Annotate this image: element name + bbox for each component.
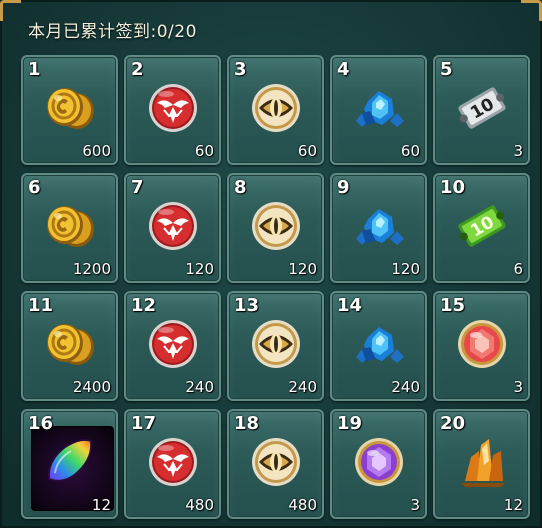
day-number: 15	[440, 295, 466, 316]
reward-quantity: 60	[194, 142, 214, 160]
panel-corner-right	[521, 0, 542, 21]
reward-slot-day-14[interactable]: 14 240	[330, 291, 427, 401]
reward-quantity: 6	[513, 260, 523, 278]
reward-quantity: 480	[185, 496, 214, 514]
reward-slot-day-17[interactable]: 17 480	[124, 409, 221, 519]
day-number: 2	[131, 59, 144, 80]
reward-slot-day-2[interactable]: 2 60	[124, 55, 221, 165]
gold-coins-icon	[39, 313, 101, 375]
reward-quantity: 1200	[72, 260, 111, 278]
silver-10-ticket-icon: 10	[451, 77, 513, 139]
reward-grid: 1 600 2 60 3 60 4 60 10 5 3 6 1200 7 120…	[21, 55, 535, 525]
day-number: 6	[28, 177, 41, 198]
day-number: 3	[234, 59, 247, 80]
reward-quantity: 60	[400, 142, 420, 160]
reward-slot-day-8[interactable]: 8 120	[227, 173, 324, 283]
reward-slot-day-16[interactable]: 16 12	[21, 409, 118, 519]
day-number: 17	[131, 413, 157, 434]
reward-slot-day-10[interactable]: 10 10 6	[433, 173, 530, 283]
gold-eye-token-icon	[245, 195, 307, 257]
day-number: 4	[337, 59, 350, 80]
reward-quantity: 480	[288, 496, 317, 514]
day-number: 13	[234, 295, 260, 316]
panel-corner-left	[0, 0, 21, 21]
day-number: 16	[28, 413, 54, 434]
day-number: 9	[337, 177, 350, 198]
reward-slot-day-13[interactable]: 13 240	[227, 291, 324, 401]
reward-slot-day-6[interactable]: 6 1200	[21, 173, 118, 283]
red-gem-orb-icon	[451, 313, 513, 375]
reward-quantity: 3	[513, 378, 523, 396]
gold-eye-token-icon	[245, 313, 307, 375]
sign-in-panel: 本月已累计签到:0/20 1 600 2 60 3 60 4 60 10 5 3…	[0, 0, 542, 528]
reward-slot-day-5[interactable]: 10 5 3	[433, 55, 530, 165]
day-number: 8	[234, 177, 247, 198]
reward-quantity: 120	[391, 260, 420, 278]
gold-coins-icon	[39, 195, 101, 257]
day-number: 18	[234, 413, 260, 434]
day-number: 14	[337, 295, 363, 316]
reward-slot-day-11[interactable]: 11 2400	[21, 291, 118, 401]
reward-quantity: 3	[410, 496, 420, 514]
reward-slot-day-18[interactable]: 18 480	[227, 409, 324, 519]
reward-quantity: 600	[82, 142, 111, 160]
reward-quantity: 2400	[72, 378, 111, 396]
reward-slot-day-15[interactable]: 15 3	[433, 291, 530, 401]
day-number: 1	[28, 59, 41, 80]
reward-slot-day-7[interactable]: 7 120	[124, 173, 221, 283]
day-number: 19	[337, 413, 363, 434]
purple-gem-orb-icon	[348, 431, 410, 493]
red-emblem-icon	[142, 313, 204, 375]
day-number: 5	[440, 59, 453, 80]
day-number: 10	[440, 177, 466, 198]
reward-slot-day-20[interactable]: 20 12	[433, 409, 530, 519]
reward-quantity: 60	[297, 142, 317, 160]
reward-quantity: 120	[185, 260, 214, 278]
gold-eye-token-icon	[245, 431, 307, 493]
blue-gems-icon	[348, 195, 410, 257]
day-number: 20	[440, 413, 466, 434]
reward-slot-day-1[interactable]: 1 600	[21, 55, 118, 165]
sign-in-progress-title: 本月已累计签到:0/20	[28, 22, 197, 42]
blue-gems-icon	[348, 313, 410, 375]
day-number: 12	[131, 295, 157, 316]
reward-quantity: 12	[503, 496, 523, 514]
day-number: 7	[131, 177, 144, 198]
rainbow-crystal-icon	[39, 431, 101, 493]
reward-slot-day-4[interactable]: 4 60	[330, 55, 427, 165]
red-emblem-icon	[142, 77, 204, 139]
reward-quantity: 240	[185, 378, 214, 396]
blue-gems-icon	[348, 77, 410, 139]
reward-quantity: 240	[288, 378, 317, 396]
red-emblem-icon	[142, 431, 204, 493]
reward-slot-day-19[interactable]: 19 3	[330, 409, 427, 519]
red-emblem-icon	[142, 195, 204, 257]
gold-coins-icon	[39, 77, 101, 139]
orange-crystal-icon	[451, 431, 513, 493]
green-10-ticket-icon: 10	[451, 195, 513, 257]
reward-quantity: 240	[391, 378, 420, 396]
reward-slot-day-12[interactable]: 12 240	[124, 291, 221, 401]
reward-quantity: 3	[513, 142, 523, 160]
day-number: 11	[28, 295, 54, 316]
gold-eye-token-icon	[245, 77, 307, 139]
reward-slot-day-3[interactable]: 3 60	[227, 55, 324, 165]
reward-quantity: 120	[288, 260, 317, 278]
reward-quantity: 12	[91, 496, 111, 514]
reward-slot-day-9[interactable]: 9 120	[330, 173, 427, 283]
